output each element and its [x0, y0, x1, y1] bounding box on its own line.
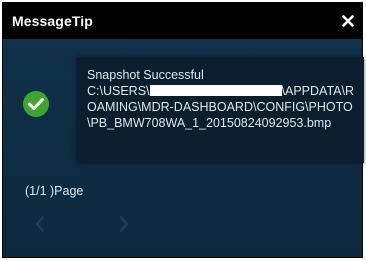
close-button[interactable]	[334, 3, 362, 39]
redacted-username	[149, 85, 282, 96]
message-text: Snapshot Successful C:\USERS\ \APPDATA\RO…	[87, 67, 356, 131]
next-page-button[interactable]	[117, 215, 131, 233]
title-bar: MessageTip	[3, 3, 362, 39]
message-path-start: C:\USERS\	[87, 84, 150, 98]
prev-page-button[interactable]	[33, 215, 47, 233]
page-indicator: (1/1 )Page	[25, 184, 84, 198]
close-icon	[342, 15, 354, 27]
chevron-right-icon	[119, 215, 129, 233]
chevron-left-icon	[35, 215, 45, 233]
message-tip-window: MessageTip Snapshot Successful C:\USERS\…	[2, 2, 364, 258]
check-circle-icon	[23, 91, 49, 117]
message-panel: Snapshot Successful C:\USERS\ \APPDATA\RO…	[77, 57, 364, 163]
message-heading: Snapshot Successful	[87, 68, 204, 82]
window-title: MessageTip	[12, 13, 93, 29]
